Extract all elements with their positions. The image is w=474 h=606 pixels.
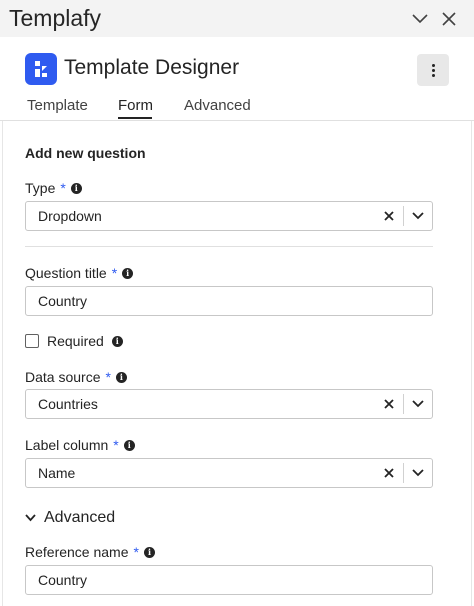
data-source-dropdown[interactable]: Countries [25,389,433,419]
close-icon[interactable] [382,466,396,480]
type-label: Type * i [25,180,82,196]
type-label-text: Type [25,180,56,196]
panel-border-left [2,121,3,606]
panel-border-right [471,121,472,606]
active-tab-indicator [118,117,152,119]
info-icon[interactable]: i [122,267,134,279]
advanced-section-label: Advanced [44,509,116,526]
label-column-label-text: Label column [25,437,109,453]
close-icon[interactable] [382,209,396,223]
required-label: Required [47,333,104,349]
tabs-divider [0,120,474,121]
chevron-down-icon [25,514,36,522]
page-title: Template Designer [64,56,240,79]
label-column-value: Name [38,465,76,481]
chevron-down-icon[interactable] [410,209,426,223]
chevron-down-icon[interactable] [410,397,426,411]
form-divider [25,246,433,247]
more-vertical-icon [431,63,435,77]
info-icon[interactable]: i [111,335,123,347]
close-icon[interactable] [437,7,461,31]
chevron-down-icon[interactable] [410,466,426,480]
dropdown-separator [403,394,404,414]
required-checkbox[interactable] [25,334,39,348]
info-icon[interactable]: i [143,546,155,558]
title-bar: Templafy [0,0,474,37]
close-icon[interactable] [382,397,396,411]
tab-form[interactable]: Form [118,97,153,114]
info-icon[interactable]: i [70,182,82,194]
reference-name-value: Country [38,572,88,588]
reference-name-label: Reference name * i [25,544,155,560]
data-source-value: Countries [38,396,98,412]
question-title-label: Question title * i [25,265,134,281]
chevron-down-icon[interactable] [408,7,432,31]
dropdown-separator [403,463,404,483]
info-icon[interactable]: i [115,371,127,383]
reference-name-input[interactable]: Country [25,565,433,595]
required-star: * [105,369,111,385]
question-title-value: Country [38,293,88,309]
app-title: Templafy [9,5,102,31]
type-dropdown-value: Dropdown [38,208,102,224]
required-star: * [111,265,118,281]
dropdown-separator [403,206,404,226]
info-icon[interactable]: i [123,439,135,451]
question-title-input[interactable]: Country [25,286,433,316]
data-source-label-text: Data source [25,369,101,385]
required-star: * [60,180,66,196]
required-star: * [113,437,119,453]
label-column-label: Label column * i [25,437,135,453]
label-column-dropdown[interactable]: Name [25,458,433,488]
tab-advanced[interactable]: Advanced [184,97,251,114]
more-options-button[interactable] [417,54,449,86]
advanced-section-toggle[interactable]: Advanced [25,509,115,527]
form-heading: Add new question [25,145,146,161]
required-checkbox-row: Required i [25,333,123,349]
question-title-label-text: Question title [25,265,107,281]
required-star: * [133,544,139,560]
logo-mark-icon [35,61,47,77]
reference-name-label-text: Reference name [25,544,129,560]
type-dropdown[interactable]: Dropdown [25,201,433,231]
templafy-logo [25,53,57,85]
data-source-label: Data source * i [25,369,127,385]
tab-template[interactable]: Template [27,97,88,114]
